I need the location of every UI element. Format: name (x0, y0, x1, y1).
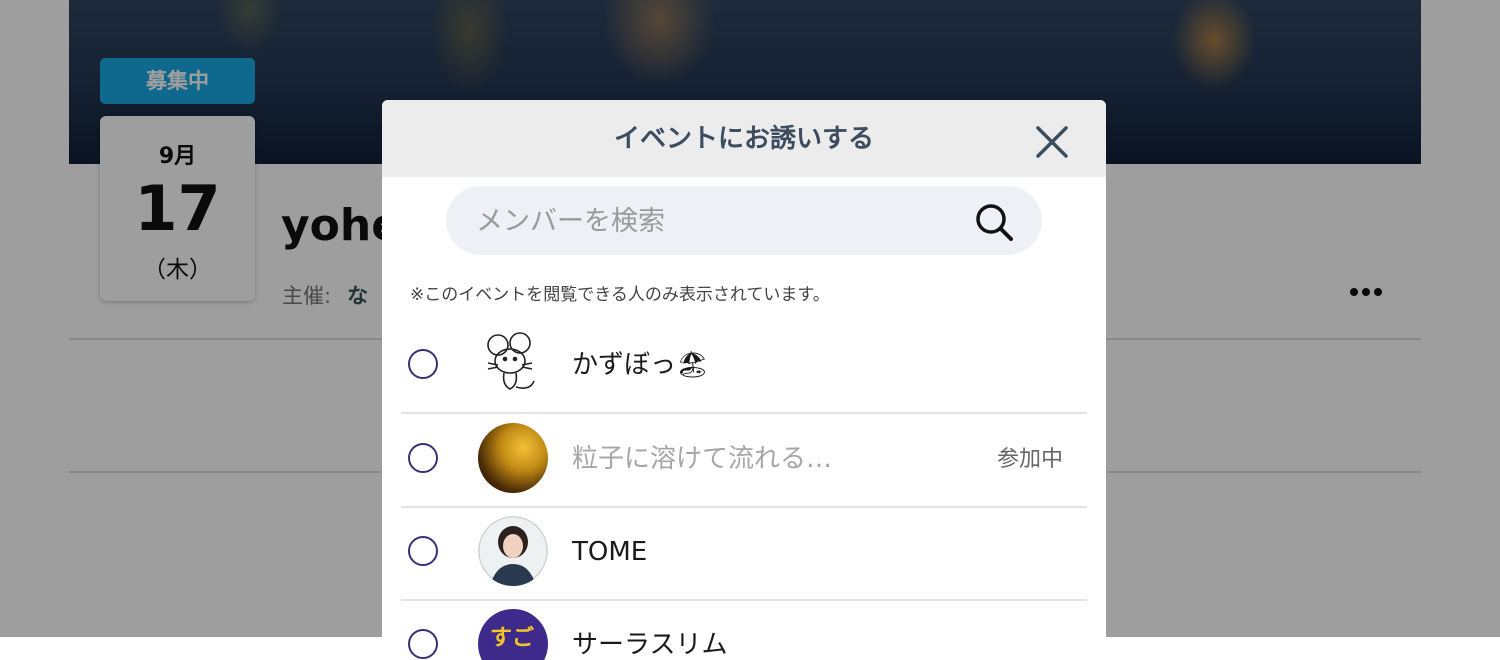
avatar (478, 329, 548, 399)
member-row[interactable]: かずぼっ🏖 (401, 320, 1087, 414)
select-radio[interactable] (408, 536, 438, 566)
modal-title: イベントにお誘いする (613, 124, 874, 154)
member-row[interactable]: TOME (401, 507, 1087, 601)
avatar (478, 423, 548, 493)
select-radio[interactable] (408, 443, 438, 473)
member-name: 粒子に溶けて流れる… (572, 444, 833, 474)
member-name: TOME (572, 537, 648, 567)
member-row[interactable]: 粒子に溶けて流れる… 参加中 (401, 414, 1087, 508)
select-radio[interactable] (408, 629, 438, 659)
avatar (478, 516, 548, 586)
select-radio[interactable] (408, 349, 438, 379)
search-icon[interactable] (972, 200, 1016, 244)
svg-text:すご: すご (490, 625, 534, 651)
search-input[interactable] (474, 186, 958, 257)
attending-status: 参加中 (996, 447, 1063, 472)
modal-header: イベントにお誘いする (382, 100, 1106, 177)
close-icon[interactable] (1032, 122, 1072, 162)
invite-modal: イベントにお誘いする ※このイベントを閲覧できる人のみ表示されています。 かずぼ… (382, 100, 1106, 660)
avatar: すご (478, 609, 548, 660)
member-name: サーラスリム (572, 630, 728, 660)
member-name: かずぼっ🏖 (572, 350, 710, 380)
member-search (446, 186, 1042, 257)
visibility-notice: ※このイベントを閲覧できる人のみ表示されています。 (410, 285, 830, 305)
member-row[interactable]: すご サーラスリム (401, 600, 1087, 660)
